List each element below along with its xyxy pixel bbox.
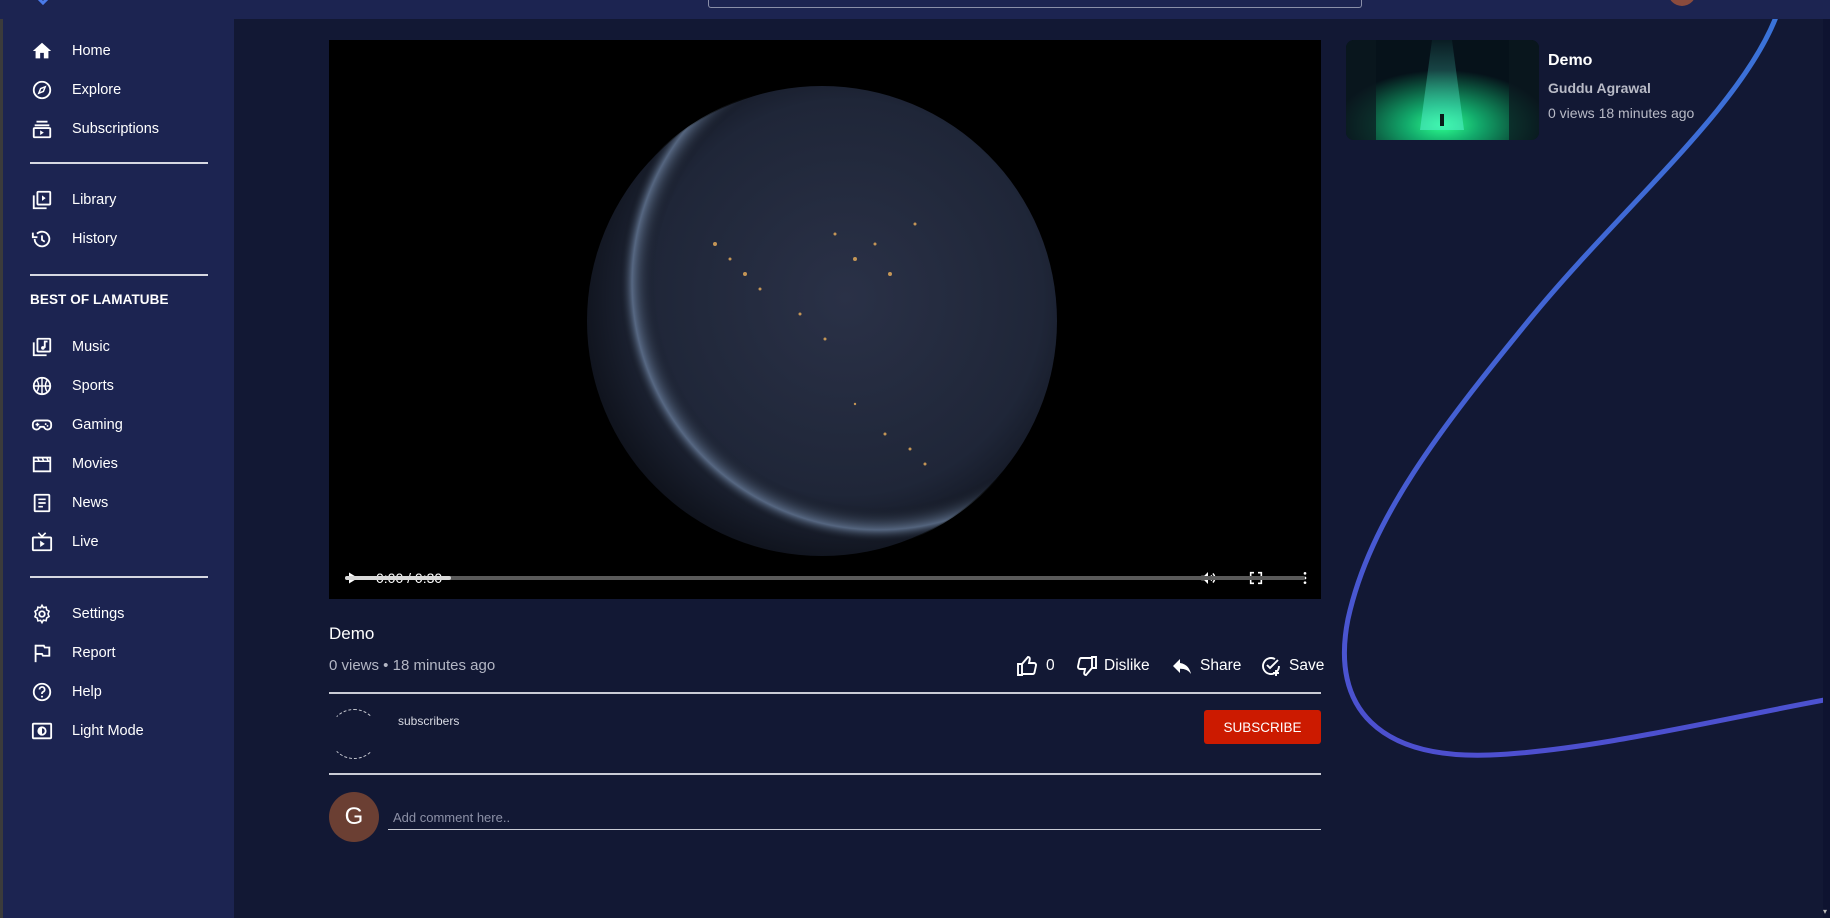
sidebar-item-news[interactable]: News xyxy=(30,489,108,517)
sidebar-item-label: Sports xyxy=(72,378,114,394)
sidebar-item-label: Settings xyxy=(72,606,125,622)
comment-avatar: G xyxy=(329,792,379,842)
video-player[interactable]: 0:00 / 0:30 xyxy=(329,40,1321,599)
sidebar-item-label: Movies xyxy=(72,456,118,472)
sidebar-item-label: History xyxy=(72,231,118,247)
comment-input[interactable] xyxy=(388,806,1321,830)
player-progress-fill xyxy=(345,576,451,580)
sidebar: Home Explore Subscriptions Library Histo… xyxy=(3,19,234,918)
logo-icon[interactable] xyxy=(30,0,56,6)
movies-icon xyxy=(30,452,54,476)
sports-icon xyxy=(30,374,54,398)
divider-line xyxy=(329,773,1321,775)
like-count: 0 xyxy=(1046,657,1055,674)
sidebar-item-label: News xyxy=(72,495,109,511)
gaming-icon xyxy=(30,413,54,437)
share-button[interactable]: Share xyxy=(1170,652,1241,680)
scroll-down-icon[interactable]: ▾ xyxy=(1823,907,1827,916)
sidebar-divider xyxy=(30,274,208,276)
search-input[interactable] xyxy=(708,0,1362,8)
sidebar-divider xyxy=(30,162,208,164)
thumbs-up-icon xyxy=(1017,656,1037,676)
sidebar-item-subscriptions[interactable]: Subscriptions xyxy=(30,115,159,143)
thumbnail-image xyxy=(1346,40,1539,140)
dislike-label: Dislike xyxy=(1104,657,1150,674)
divider-line xyxy=(329,692,1321,694)
sidebar-item-light-mode[interactable]: Light Mode xyxy=(30,717,144,745)
news-icon xyxy=(30,491,54,515)
history-icon xyxy=(30,227,54,251)
sidebar-item-label: Help xyxy=(72,684,102,700)
subscribers-count: subscribers xyxy=(398,714,460,728)
sidebar-item-label: Report xyxy=(72,645,116,661)
sidebar-item-history[interactable]: History xyxy=(30,225,117,253)
sidebar-item-label: Home xyxy=(72,43,111,59)
recommended-title[interactable]: Demo xyxy=(1548,52,1592,70)
settings-icon xyxy=(30,602,54,626)
dislike-button[interactable]: Dislike xyxy=(1074,652,1150,680)
thumbs-down-icon xyxy=(1077,656,1097,676)
sidebar-section-title: BEST OF LAMATUBE xyxy=(30,292,169,307)
save-label: Save xyxy=(1289,657,1325,674)
top-bar xyxy=(0,0,1830,19)
recommended-channel[interactable]: Guddu Agrawal xyxy=(1548,80,1651,96)
sidebar-item-label: Light Mode xyxy=(72,723,144,739)
sidebar-item-explore[interactable]: Explore xyxy=(30,76,121,104)
like-button[interactable]: 0 xyxy=(1016,652,1055,680)
sidebar-item-label: Subscriptions xyxy=(72,121,160,137)
user-avatar[interactable] xyxy=(1668,0,1696,6)
video-frame-earth xyxy=(586,85,1058,557)
subscriptions-icon xyxy=(30,117,54,141)
live-icon xyxy=(30,530,54,554)
background-curve xyxy=(1341,19,1830,758)
sidebar-item-settings[interactable]: Settings xyxy=(30,600,124,628)
sidebar-item-label: Library xyxy=(72,192,117,208)
player-progress-bar[interactable] xyxy=(345,576,1305,580)
scrollbar[interactable]: ▾ xyxy=(1823,19,1830,918)
flag-icon xyxy=(30,641,54,665)
sidebar-item-label: Gaming xyxy=(72,417,123,433)
compass-icon xyxy=(30,78,54,102)
sidebar-item-label: Live xyxy=(72,534,99,550)
sidebar-item-home[interactable]: Home xyxy=(30,37,111,65)
library-icon xyxy=(30,188,54,212)
video-title: Demo xyxy=(329,624,375,643)
music-icon xyxy=(30,335,54,359)
recommended-video-card[interactable]: Demo Guddu Agrawal 0 views 18 minutes ag… xyxy=(1346,40,1706,140)
sidebar-item-movies[interactable]: Movies xyxy=(30,450,118,478)
sidebar-item-gaming[interactable]: Gaming xyxy=(30,411,123,439)
light-mode-icon xyxy=(30,719,54,743)
recommended-meta: 0 views 18 minutes ago xyxy=(1548,105,1695,121)
recommended-thumbnail[interactable] xyxy=(1346,40,1539,140)
share-label: Share xyxy=(1200,657,1242,674)
sidebar-item-help[interactable]: Help xyxy=(30,678,102,706)
sidebar-item-report[interactable]: Report xyxy=(30,639,116,667)
home-icon xyxy=(30,39,54,63)
sidebar-item-music[interactable]: Music xyxy=(30,333,110,361)
sidebar-item-live[interactable]: Live xyxy=(30,528,99,556)
sidebar-item-label: Explore xyxy=(72,82,122,98)
help-icon xyxy=(30,680,54,704)
save-button[interactable]: Save xyxy=(1259,652,1324,680)
sidebar-item-sports[interactable]: Sports xyxy=(30,372,114,400)
sidebar-divider xyxy=(30,576,208,578)
channel-avatar[interactable] xyxy=(329,709,379,759)
subscribe-button[interactable]: SUBSCRIBE xyxy=(1204,710,1321,744)
video-meta: 0 views • 18 minutes ago xyxy=(329,657,496,674)
sidebar-item-library[interactable]: Library xyxy=(30,186,116,214)
reply-share-icon xyxy=(1173,659,1191,674)
sidebar-item-label: Music xyxy=(72,339,110,355)
save-check-icon xyxy=(1262,657,1280,676)
